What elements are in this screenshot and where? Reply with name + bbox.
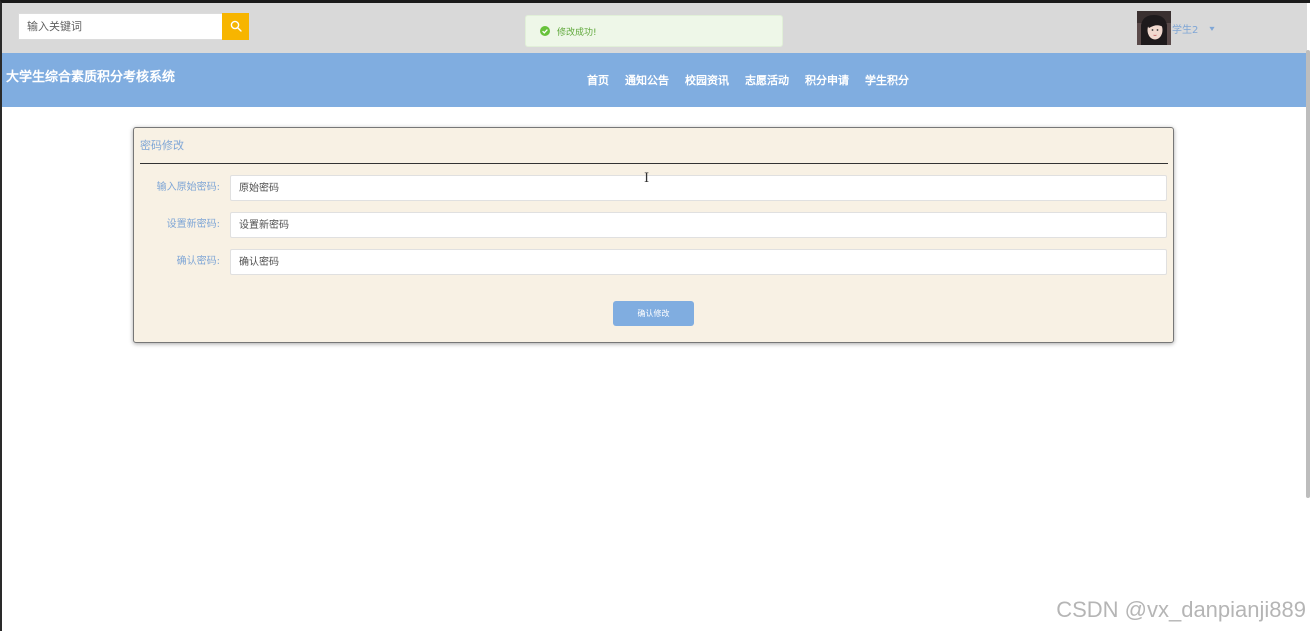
nav-item-student-points[interactable]: 学生积分 bbox=[865, 72, 909, 88]
site-title: 大学生综合素质积分考核系统 bbox=[6, 70, 176, 85]
new-password-input[interactable] bbox=[230, 212, 1167, 238]
search-button[interactable] bbox=[222, 13, 249, 40]
check-circle-icon bbox=[540, 26, 550, 36]
watermark: CSDN @vx_danpianji889 bbox=[1056, 597, 1306, 622]
user-menu[interactable]: 学生2 ▾ bbox=[1137, 11, 1215, 45]
toast-message: 修改成功! bbox=[557, 27, 597, 38]
page-scrollbar[interactable] bbox=[1306, 50, 1310, 498]
search-icon bbox=[230, 17, 242, 36]
nav-item-points-apply[interactable]: 积分申请 bbox=[805, 72, 849, 88]
divider bbox=[140, 163, 1168, 164]
panel-title: 密码修改 bbox=[140, 139, 184, 152]
confirm-password-label: 确认密码: bbox=[176, 256, 220, 267]
old-password-input[interactable] bbox=[230, 175, 1167, 201]
search-box bbox=[18, 13, 249, 40]
success-toast: 修改成功! bbox=[525, 15, 783, 47]
form-row-old-password: 输入原始密码: bbox=[134, 175, 1175, 201]
app-window: 修改成功! 学生2 ▾ 大学生综合素质积分考核系统 首页 bbox=[0, 0, 1310, 631]
nav-item-volunteer[interactable]: 志愿活动 bbox=[745, 72, 789, 88]
form-row-confirm-password: 确认密码: bbox=[134, 249, 1175, 275]
text-cursor-icon: I bbox=[644, 171, 650, 186]
search-input[interactable] bbox=[18, 13, 222, 40]
password-change-panel: 密码修改 输入原始密码: 设置新密码: 确认密码: 确认修改 bbox=[133, 127, 1174, 343]
form-row-new-password: 设置新密码: bbox=[134, 212, 1175, 238]
nav-item-campus-news[interactable]: 校园资讯 bbox=[685, 72, 729, 88]
nav-menu: 首页 通知公告 校园资讯 志愿活动 积分申请 学生积分 bbox=[587, 72, 925, 88]
main-navbar: 大学生综合素质积分考核系统 首页 通知公告 校园资讯 志愿活动 积分申请 学生积… bbox=[2, 53, 1307, 107]
chevron-down-icon[interactable]: ▾ bbox=[1210, 24, 1215, 33]
old-password-label: 输入原始密码: bbox=[156, 182, 220, 193]
new-password-label: 设置新密码: bbox=[166, 219, 220, 230]
nav-item-notices[interactable]: 通知公告 bbox=[625, 72, 669, 88]
confirm-change-button[interactable]: 确认修改 bbox=[613, 301, 694, 326]
nav-item-home[interactable]: 首页 bbox=[587, 72, 609, 88]
avatar[interactable] bbox=[1137, 11, 1171, 45]
top-bar: 修改成功! 学生2 ▾ bbox=[2, 3, 1307, 53]
confirm-password-input[interactable] bbox=[230, 249, 1167, 275]
user-name[interactable]: 学生2 bbox=[1172, 21, 1198, 36]
